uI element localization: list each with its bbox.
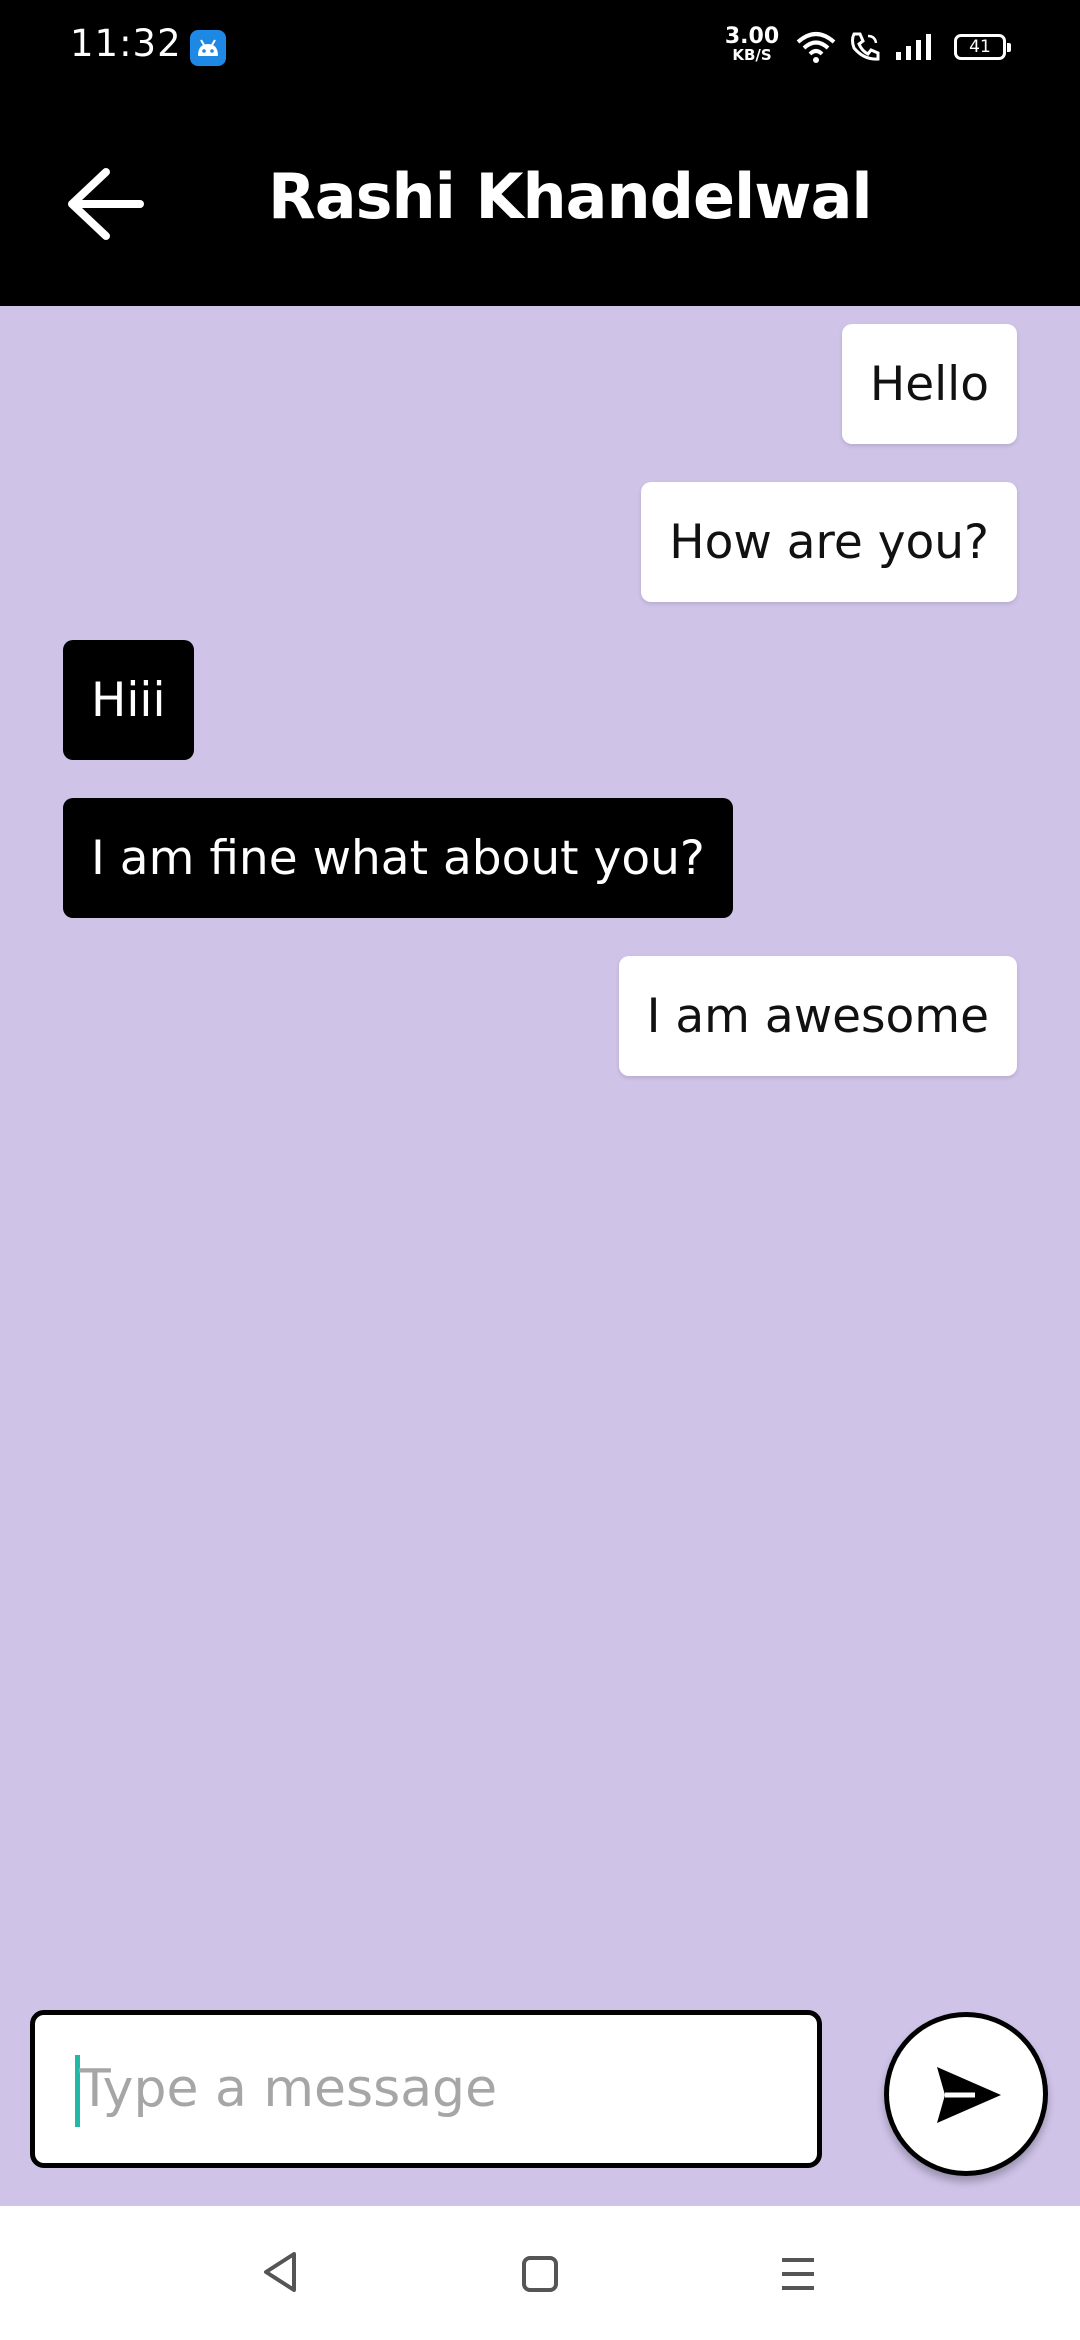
message-bubble-sent[interactable]: How are you? [641,482,1017,602]
message-bubble-received[interactable]: Hiii [63,640,194,760]
status-time: 11:32 [70,22,182,65]
android-app-notification-icon [190,30,226,66]
arrow-left-icon [68,168,144,240]
message-input-container[interactable] [30,2010,822,2168]
chat-message-list[interactable]: Hello How are you? Hiii I am fine what a… [0,306,1080,2206]
app-bar: Rashi Khandelwal [0,96,1080,306]
message-bubble-sent[interactable]: I am awesome [618,956,1017,1076]
cell-signal-icon [894,32,934,66]
wifi-calling-icon [848,30,882,68]
battery-icon: 41 [954,34,1011,60]
message-bubble-received[interactable]: I am fine what about you? [63,798,733,918]
wifi-icon [796,30,836,68]
triangle-back-icon [264,2252,296,2292]
nav-home-button[interactable] [520,2254,560,2298]
menu-lines-icon [782,2258,814,2290]
chat-title: Rashi Khandelwal [268,160,873,233]
square-home-icon [522,2256,558,2292]
status-bar: 11:32 3.00 KB/S 41 [0,0,1080,96]
network-speed-unit: KB/S [732,46,772,64]
send-button[interactable] [884,2012,1048,2176]
nav-recents-button[interactable] [778,2254,818,2298]
message-bubble-sent[interactable]: Hello [841,324,1017,444]
send-icon [937,2067,1001,2123]
message-input[interactable] [75,2015,779,2163]
nav-back-button[interactable] [260,2250,300,2298]
network-speed-value: 3.00 [724,24,780,49]
network-speed: 3.00 KB/S [724,26,780,63]
back-button[interactable] [62,162,146,246]
system-navigation-bar [0,2206,1080,2340]
